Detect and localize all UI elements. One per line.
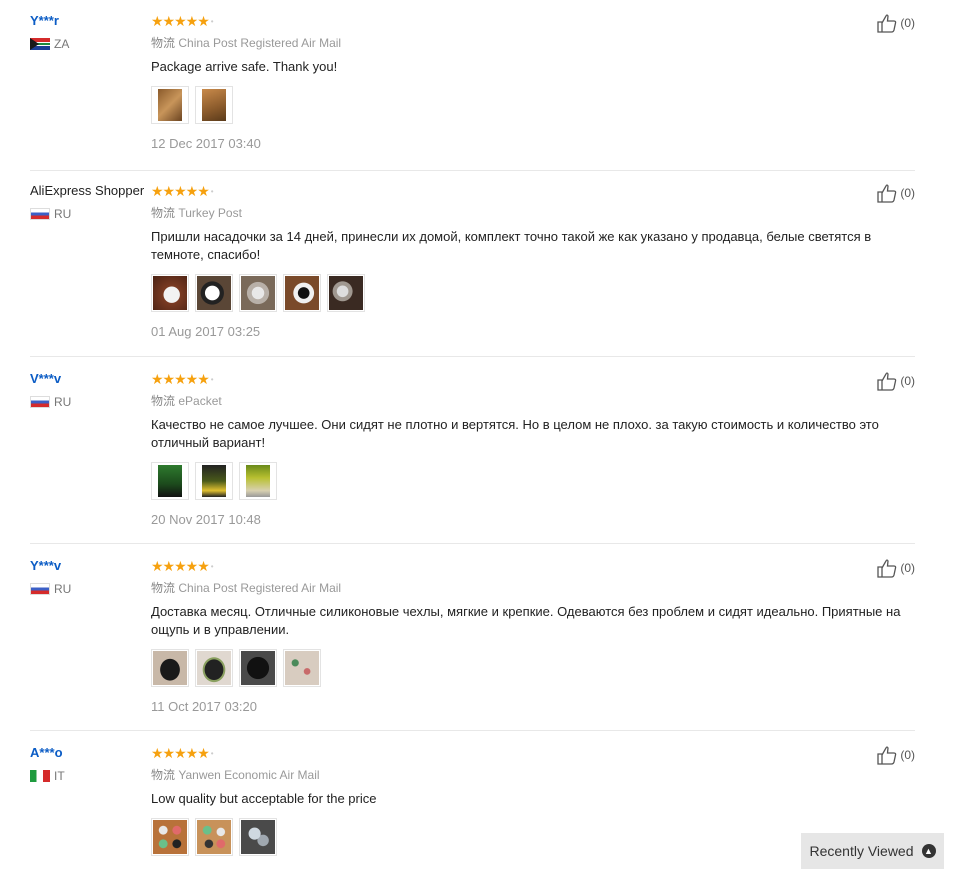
recently-viewed-button[interactable]: Recently Viewed ▲ [801,833,944,869]
review-content: ★★★★★ • 物流 ePacket Качество не самое лучш… [151,371,911,527]
review-photo[interactable] [283,274,321,312]
thumbs-up-icon [877,559,897,578]
review-photo[interactable] [239,274,277,312]
review-date: 01 Aug 2017 03:25 [151,324,261,339]
review-date: 11 Oct 2017 03:20 [151,699,258,714]
country-code: RU [54,582,72,596]
logistics-info: 物流 China Post Registered Air Mail [151,581,911,596]
review-photo[interactable] [195,86,233,124]
review-photo[interactable] [151,818,189,856]
logistics-cn-label: 物流 [151,394,176,408]
reviewer-name: AliExpress Shopper [30,183,145,198]
review-photo[interactable] [195,649,233,687]
review-photo[interactable] [195,462,233,500]
star-rating: ★★★★★ • [151,558,213,574]
thumbs-up-icon [877,14,897,33]
reviewer-country: RU [30,582,71,596]
logistics-cn-label: 物流 [151,206,176,220]
flag-ru-icon [30,583,50,595]
recently-viewed-label: Recently Viewed [809,843,914,859]
review-item: AliExpress Shopper RU ★★★★★ • 物流 Turkey P… [30,183,915,357]
reviewer-name: Y***r [30,13,59,28]
review-item: Y***v RU ★★★★★ • 物流 China Post Registered… [30,558,915,731]
helpful-button[interactable]: (0) [876,558,915,578]
review-item: Y***r ZA ★★★★★ • 物流 China Post Registered… [30,13,915,171]
helpful-count: (0) [900,374,915,388]
logistics-name: ePacket [178,394,222,408]
review-item: V***v RU ★★★★★ • 物流 ePacket Качество не с… [30,371,915,544]
helpful-button[interactable]: (0) [876,371,915,391]
star-rating: ★★★★★ • [151,371,213,387]
review-text: Пришли насадочки за 14 дней, принесли их… [151,229,872,262]
helpful-count: (0) [900,186,915,200]
thumbs-up-icon [877,184,897,203]
logistics-info: 物流 Yanwen Economic Air Mail [151,768,911,783]
country-code: IT [54,769,65,783]
review-photo[interactable] [195,818,233,856]
star-rating: ★★★★★ • [151,13,213,29]
review-photos [151,86,911,124]
logistics-name: China Post Registered Air Mail [178,36,342,50]
logistics-cn-label: 物流 [151,36,176,50]
review-content: ★★★★★ • 物流 China Post Registered Air Mail… [151,13,911,151]
logistics-name: China Post Registered Air Mail [178,581,342,595]
review-photo[interactable] [151,274,189,312]
flag-it-icon [30,770,50,782]
helpful-count: (0) [900,561,915,575]
review-photo[interactable] [239,649,277,687]
reviewer-name: V***v [30,371,62,386]
review-date: 12 Dec 2017 03:40 [151,136,261,151]
logistics-info: 物流 Turkey Post [151,206,911,221]
review-content: ★★★★★ • 物流 China Post Registered Air Mail… [151,558,911,714]
helpful-count: (0) [900,16,915,30]
review-photo[interactable] [151,462,189,500]
reviewer-country: IT [30,769,65,783]
star-rating: ★★★★★ • [151,745,213,761]
logistics-info: 物流 China Post Registered Air Mail [151,36,911,51]
review-text: Доставка месяц. Отличные силиконовые чех… [151,604,901,637]
country-code: RU [54,207,72,221]
review-item: A***o IT ★★★★★ • 物流 Yanwen Economic Air M… [30,745,915,887]
flag-ru-icon [30,208,50,220]
review-text: Package arrive safe. Thank you! [151,59,338,74]
flag-ru-icon [30,396,50,408]
country-code: RU [54,395,72,409]
helpful-button[interactable]: (0) [876,183,915,203]
helpful-count: (0) [900,748,915,762]
review-text: Качество не самое лучшее. Они сидят не п… [151,417,879,450]
review-photos [151,649,911,687]
logistics-name: Yanwen Economic Air Mail [178,768,320,782]
review-text: Low quality but acceptable for the price [151,791,377,806]
logistics-name: Turkey Post [178,206,242,220]
review-photo[interactable] [195,274,233,312]
thumbs-up-icon [877,746,897,765]
chevron-up-icon: ▲ [921,844,936,858]
helpful-button[interactable]: (0) [876,13,915,33]
logistics-info: 物流 ePacket [151,394,911,409]
review-photos [151,818,911,856]
country-code: ZA [54,37,70,51]
review-photo[interactable] [239,818,277,856]
review-content: ★★★★★ • 物流 Turkey Post Пришли насадочки з… [151,183,911,339]
logistics-cn-label: 物流 [151,768,176,782]
review-photos [151,274,911,312]
reviewer-country: RU [30,207,71,221]
review-photo[interactable] [327,274,365,312]
reviewer-country: ZA [30,37,69,51]
reviewer-name: A***o [30,745,63,760]
helpful-button[interactable]: (0) [876,745,915,765]
reviewer-country: RU [30,395,71,409]
review-photo[interactable] [239,462,277,500]
flag-za-icon [30,38,50,50]
star-rating: ★★★★★ • [151,183,213,199]
review-photo[interactable] [283,649,321,687]
thumbs-up-icon [877,372,897,391]
reviewer-name: Y***v [30,558,62,573]
review-photo[interactable] [151,649,189,687]
review-photo[interactable] [151,86,189,124]
review-photos [151,462,911,500]
review-date: 20 Nov 2017 10:48 [151,512,261,527]
logistics-cn-label: 物流 [151,581,176,595]
review-content: ★★★★★ • 物流 Yanwen Economic Air Mail Low q… [151,745,911,868]
